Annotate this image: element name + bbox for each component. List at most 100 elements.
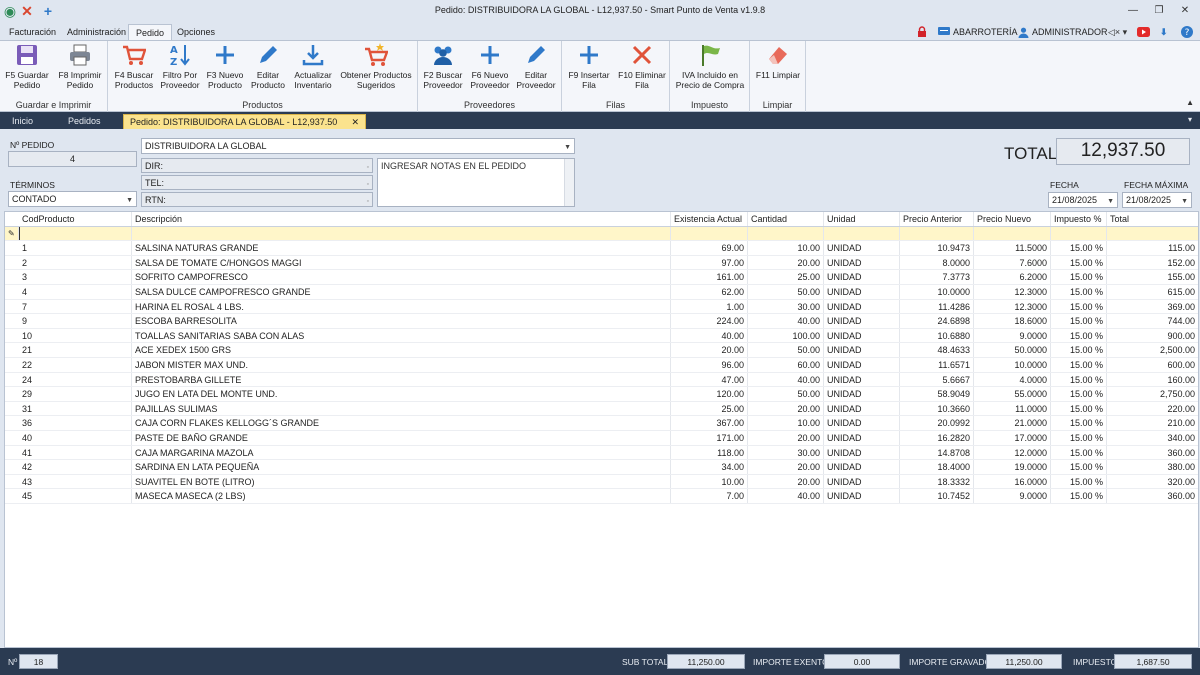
grid-cell[interactable]: UNIDAD	[824, 241, 900, 255]
grid-cell[interactable]: 47.00	[671, 372, 748, 387]
grid-cell[interactable]: 50.00	[748, 285, 824, 299]
grid-cell[interactable]: PAJILLAS SULIMAS	[132, 401, 671, 416]
grid-cell[interactable]: 15.00 %	[1051, 372, 1107, 387]
grid-cell[interactable]: UNIDAD	[824, 416, 900, 430]
grid-cell[interactable]: 16.2820	[900, 431, 974, 445]
help-icon[interactable]: ?	[1181, 25, 1193, 39]
grid-cell[interactable]: 25.00	[748, 270, 824, 284]
grid-cell[interactable]: ESCOBA BARRESOLITA	[132, 314, 671, 328]
grid-cell[interactable]: SALSA DE TOMATE C/HONGOS MAGGI	[132, 255, 671, 270]
grid-cell[interactable]: 55.0000	[974, 387, 1051, 401]
grid-cell[interactable]: 360.00	[1107, 489, 1198, 503]
filter-cell[interactable]	[1107, 227, 1198, 241]
grid-cell[interactable]: UNIDAD	[824, 314, 900, 328]
grid-cell[interactable]: ACE XEDEX 1500 GRS	[132, 343, 671, 357]
expand-icon[interactable]: ▫	[367, 196, 369, 207]
grid-cell[interactable]: 340.00	[1107, 431, 1198, 445]
grid-cell[interactable]: 30.00	[748, 299, 824, 314]
search-products-button[interactable]: F4 Buscar Productos	[112, 43, 156, 97]
grid-cell[interactable]: UNIDAD	[824, 401, 900, 416]
column-header[interactable]: Existencia Actual	[671, 212, 748, 226]
tab-facturacion[interactable]: Facturación	[2, 24, 63, 40]
table-row[interactable]: 7 HARINA EL ROSAL 4 LBS. 1.00 30.00 UNIDAD 11…	[5, 299, 1198, 315]
grid-cell[interactable]: 15.00 %	[1051, 431, 1107, 445]
grid-cell[interactable]: 8.0000	[900, 255, 974, 270]
table-row[interactable]: 24 PRESTOBARBA GILLETE 47.00 40.00 UNIDAD 5.6…	[5, 372, 1198, 388]
expand-icon[interactable]: ▫	[367, 162, 369, 173]
supplier-select[interactable]: DISTRIBUIDORA LA GLOBAL ▼	[141, 138, 575, 154]
grid-cell[interactable]: UNIDAD	[824, 255, 900, 270]
grid-cell[interactable]: 97.00	[671, 255, 748, 270]
grid-cell[interactable]: UNIDAD	[824, 489, 900, 503]
filter-cell[interactable]	[132, 226, 671, 241]
save-order-button[interactable]: F5 Guardar Pedido	[2, 43, 52, 97]
doc-tab-pedidos[interactable]: Pedidos	[62, 114, 107, 129]
grid-cell[interactable]: 600.00	[1107, 358, 1198, 372]
column-header[interactable]: Cantidad	[748, 212, 824, 226]
grid-cell[interactable]: CAJA CORN FLAKES KELLOGG´S GRANDE	[132, 416, 671, 430]
grid-cell[interactable]: 50.00	[748, 387, 824, 401]
grid-cell[interactable]: SALSINA NATURAS GRANDE	[132, 241, 671, 255]
grid-cell[interactable]: 20.00	[748, 255, 824, 270]
grid-cell[interactable]: 20.00	[748, 474, 824, 489]
grid-cell[interactable]: 15.00 %	[1051, 255, 1107, 270]
table-row[interactable]: 31 PAJILLAS SULIMAS 25.00 20.00 UNIDAD 10.366…	[5, 401, 1198, 417]
restore-button[interactable]: ❐	[1150, 3, 1168, 19]
close-tab-icon[interactable]: ✕	[351, 115, 359, 130]
grid-cell[interactable]: 2,500.00	[1107, 343, 1198, 357]
grid-cell[interactable]: 7.6000	[974, 255, 1051, 270]
notes-scrollbar[interactable]	[564, 159, 574, 206]
grid-cell[interactable]: 43	[19, 474, 132, 489]
grid-cell[interactable]: UNIDAD	[824, 358, 900, 372]
edit-product-button[interactable]: Editar Producto	[248, 43, 288, 97]
download-icon[interactable]: ⬇	[1160, 25, 1168, 39]
grid-cell[interactable]: 40.00	[748, 489, 824, 503]
grid-cell[interactable]: 18.4000	[900, 460, 974, 474]
grid-filter-row[interactable]: ✎	[5, 226, 1198, 242]
grid-cell[interactable]: PASTE DE BAÑO GRANDE	[132, 431, 671, 445]
date-picker[interactable]: 21/08/2025 ▼	[1048, 192, 1118, 208]
column-header[interactable]: Precio Anterior	[900, 212, 974, 226]
grid-cell[interactable]: 15.00 %	[1051, 270, 1107, 284]
table-row[interactable]: 40 PASTE DE BAÑO GRANDE 171.00 20.00 UNIDAD 1…	[5, 431, 1198, 446]
grid-cell[interactable]: 42	[19, 460, 132, 474]
grid-cell[interactable]: 152.00	[1107, 256, 1198, 270]
grid-cell[interactable]: 2,750.00	[1107, 387, 1198, 401]
grid-cell[interactable]: 118.00	[671, 445, 748, 460]
youtube-icon[interactable]	[1137, 25, 1150, 39]
grid-cell[interactable]: 45	[19, 489, 132, 503]
grid-cell[interactable]: 155.00	[1107, 270, 1198, 284]
grid-cell[interactable]: 115.00	[1107, 241, 1198, 255]
grid-cell[interactable]: 171.00	[671, 431, 748, 445]
table-row[interactable]: 42 SARDINA EN LATA PEQUEÑA 34.00 20.00 UNIDA…	[5, 460, 1198, 475]
filter-cell[interactable]	[19, 226, 132, 241]
grid-cell[interactable]: 900.00	[1107, 329, 1198, 343]
grid-cell[interactable]: 744.00	[1107, 314, 1198, 328]
grid-cell[interactable]: 62.00	[671, 285, 748, 299]
grid-cell[interactable]: 2	[19, 255, 132, 270]
column-header[interactable]: CodProducto	[19, 212, 132, 226]
tab-administracion[interactable]: Administración	[60, 24, 133, 40]
grid-cell[interactable]: 320.00	[1107, 475, 1198, 489]
doc-tab-active[interactable]: Pedido: DISTRIBUIDORA LA GLOBAL - L12,93…	[123, 114, 366, 129]
table-row[interactable]: 21 ACE XEDEX 1500 GRS 20.00 50.00 UNIDAD 48.4…	[5, 343, 1198, 358]
grid-cell[interactable]: 10.3660	[900, 401, 974, 416]
grid-cell[interactable]: UNIDAD	[824, 270, 900, 284]
iva-included-button[interactable]: IVA Incluido en Precio de Compra	[672, 43, 748, 97]
grid-cell[interactable]: 40.00	[748, 314, 824, 328]
grid-cell[interactable]: 15.00 %	[1051, 474, 1107, 489]
grid-cell[interactable]: 5.6667	[900, 372, 974, 387]
grid-cell[interactable]: 40	[19, 431, 132, 445]
terms-select[interactable]: CONTADO ▼	[8, 191, 137, 207]
grid-cell[interactable]: 25.00	[671, 401, 748, 416]
grid-cell[interactable]: UNIDAD	[824, 343, 900, 357]
grid-cell[interactable]: 15.00 %	[1051, 241, 1107, 255]
grid-cell[interactable]: 4.0000	[974, 372, 1051, 387]
grid-cell[interactable]: 15.00 %	[1051, 285, 1107, 299]
column-header[interactable]: Impuesto %	[1051, 212, 1107, 226]
table-row[interactable]: 4 SALSA DULCE CAMPOFRESCO GRANDE 62.00 50.0…	[5, 285, 1198, 300]
filter-supplier-button[interactable]: AZ Filtro Por Proveedor	[158, 43, 202, 97]
grid-cell[interactable]: 36	[19, 416, 132, 430]
grid-cell[interactable]: 10.00	[748, 241, 824, 255]
grid-cell[interactable]: 22	[19, 358, 132, 372]
